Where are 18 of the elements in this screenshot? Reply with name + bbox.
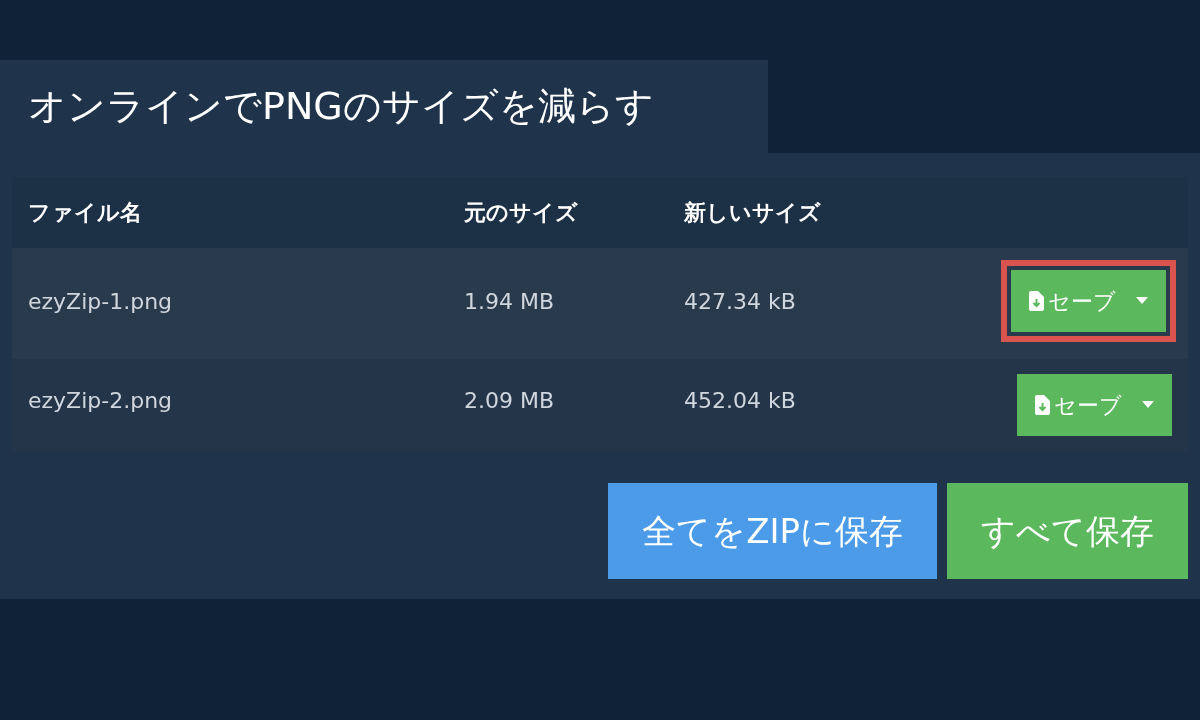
table-cell-text: 452.04 kB [684,387,796,415]
column-header: ファイル名 [28,199,143,227]
action-button[interactable]: すべて保存 [947,483,1188,579]
page-title: オンラインでPNGのサイズを減らす [28,83,654,130]
file-download-icon [1029,291,1044,311]
table-cell-text: ezyZip-1.png [28,288,174,316]
caret-icon [1136,297,1148,305]
save-dropdown-button[interactable]: セーブ [1011,270,1166,332]
action-button[interactable]: 全てをZIPに保存 [608,483,937,579]
table-cell-text: ezyZip-2.png [28,387,174,415]
save-dropdown-button[interactable]: セーブ [1017,374,1172,436]
column-header: 元のサイズ [464,199,579,227]
table-cell-text: 2.09 MB [464,387,556,415]
caret-icon [1142,401,1154,409]
column-header: 新しいサイズ [684,199,822,227]
file-download-icon [1035,395,1050,415]
table-cell-text: 427.34 kB [684,288,796,316]
table-cell-text: 1.94 MB [464,288,556,316]
